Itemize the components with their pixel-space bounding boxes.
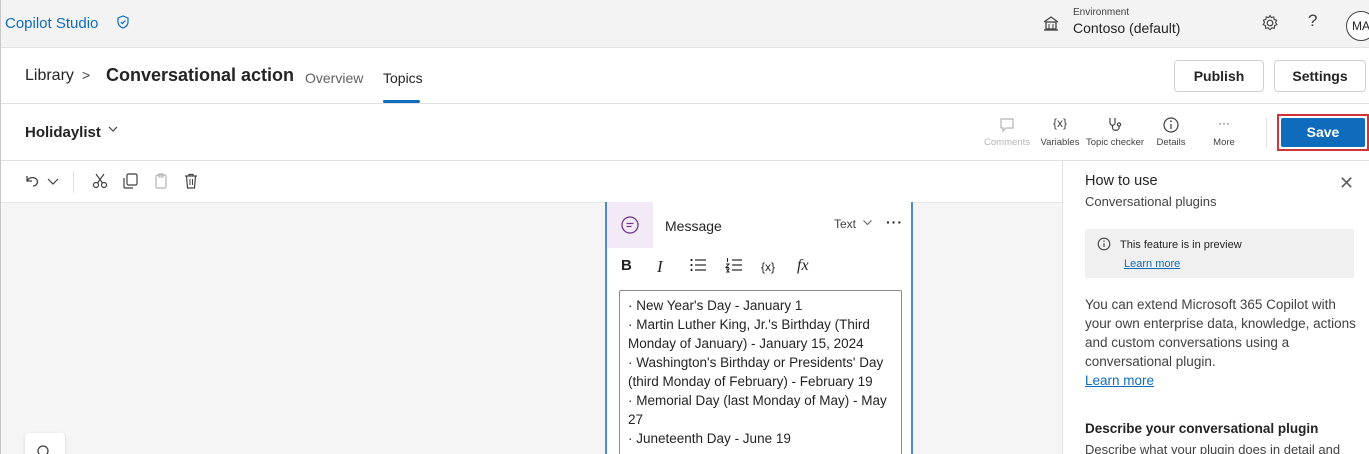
undo-dropdown-icon[interactable]: [44, 172, 62, 190]
panel-subtitle: Conversational plugins: [1085, 194, 1217, 209]
settings-button[interactable]: Settings: [1274, 60, 1366, 92]
message-line: · Martin Luther King, Jr.'s Birthday (Th…: [628, 317, 870, 351]
comments-label: Comments: [984, 137, 1030, 148]
comment-icon: [977, 116, 1037, 134]
message-line: · Juneteenth Day - June 19: [628, 431, 791, 446]
comments-button[interactable]: Comments: [977, 116, 1037, 148]
page-title: Conversational action: [106, 65, 295, 85]
environment-label: Environment: [1073, 7, 1130, 18]
paste-icon[interactable]: [152, 172, 170, 190]
how-to-use-panel: How to use Conversational plugins ✕ This…: [1062, 161, 1369, 454]
breadcrumb-library[interactable]: Library: [25, 67, 74, 85]
formula-button[interactable]: fx: [797, 257, 809, 275]
app-window: Copilot Studio Environment Contoso (defa…: [0, 0, 1369, 454]
breadcrumb-bar: Library > Conversational action Overview…: [1, 48, 1369, 104]
tab-overview[interactable]: Overview: [305, 70, 363, 86]
stethoscope-icon: [1085, 116, 1145, 134]
cut-icon[interactable]: [91, 172, 109, 190]
message-line: · New Year's Day - January 1: [628, 298, 803, 313]
top-app-bar: Copilot Studio Environment Contoso (defa…: [1, 0, 1369, 48]
more-label: More: [1213, 137, 1235, 148]
info-icon: [1141, 116, 1201, 134]
close-icon[interactable]: ✕: [1339, 174, 1354, 192]
environment-icon[interactable]: [1042, 14, 1060, 32]
bold-button[interactable]: B: [621, 257, 632, 274]
preview-notice-text: This feature is in preview: [1120, 239, 1242, 251]
panel-section-title: Describe your conversational plugin: [1085, 421, 1319, 436]
details-button[interactable]: Details: [1141, 116, 1201, 148]
message-node-icon-box: [607, 202, 653, 248]
topic-chevron-down-icon[interactable]: [107, 123, 119, 138]
variables-icon: {x}: [1052, 116, 1067, 130]
italic-button[interactable]: I: [657, 257, 663, 277]
canvas-toolbar: [1, 161, 1062, 203]
variables-button[interactable]: {x} Variables: [1030, 116, 1090, 148]
numbered-list-icon[interactable]: [724, 257, 743, 277]
toolbar-divider: [1266, 118, 1267, 148]
help-icon[interactable]: ?: [1308, 11, 1317, 31]
more-button[interactable]: ··· More: [1194, 116, 1254, 148]
save-highlight-frame: Save: [1277, 114, 1369, 151]
publish-button[interactable]: Publish: [1174, 60, 1264, 92]
delete-icon[interactable]: [182, 172, 200, 190]
panel-title: How to use: [1085, 173, 1158, 189]
active-tab-indicator: [383, 100, 420, 103]
chat-bubble-icon: [621, 216, 639, 234]
breadcrumb-separator-icon: >: [82, 67, 91, 83]
bulleted-list-icon[interactable]: [689, 257, 707, 277]
message-text-editor[interactable]: · New Year's Day - January 1 · Martin Lu…: [619, 290, 902, 454]
panel-section-text: Describe what your plugin does in detail…: [1085, 442, 1341, 454]
zoom-in-icon: [37, 445, 49, 454]
chevron-down-icon[interactable]: [862, 217, 873, 231]
undo-icon[interactable]: [23, 172, 41, 190]
message-type-select[interactable]: Text: [834, 217, 856, 231]
app-name[interactable]: Copilot Studio: [5, 15, 98, 32]
topic-name[interactable]: Holidaylist: [25, 124, 101, 141]
canvas-toolbar-divider: [73, 171, 74, 193]
topic-bar: Holidaylist Comments {x} Variables Topic…: [1, 104, 1369, 161]
details-label: Details: [1156, 137, 1186, 148]
topic-checker-button[interactable]: Topic checker: [1085, 116, 1145, 148]
topic-checker-label: Topic checker: [1085, 137, 1145, 148]
learn-more-link[interactable]: Learn more: [1085, 373, 1154, 388]
message-line: · Memorial Day (last Monday of May) - Ma…: [628, 393, 887, 427]
insert-variable-button[interactable]: {x}: [761, 260, 775, 274]
message-node-header: Message Text ···: [607, 202, 911, 248]
preview-learn-more-link[interactable]: Learn more: [1124, 258, 1180, 270]
message-node[interactable]: Message Text ··· B I {x} fx · New Year's…: [605, 202, 913, 454]
save-button[interactable]: Save: [1281, 118, 1365, 147]
panel-description: You can extend Microsoft 365 Copilot wit…: [1085, 297, 1356, 369]
node-more-icon[interactable]: ···: [886, 214, 903, 230]
message-line: · Washington's Birthday or Presidents' D…: [628, 355, 884, 389]
copy-icon[interactable]: [121, 172, 139, 190]
info-icon: [1097, 237, 1111, 251]
settings-gear-icon[interactable]: [1261, 14, 1279, 32]
verified-badge-icon: [117, 15, 129, 29]
variables-label: Variables: [1040, 137, 1080, 148]
more-icon: ···: [1218, 116, 1230, 130]
zoom-in-button[interactable]: [25, 433, 65, 454]
message-node-title: Message: [665, 218, 722, 234]
preview-notice: This feature is in preview Learn more: [1085, 229, 1354, 278]
user-avatar[interactable]: MA: [1346, 11, 1369, 41]
tab-topics[interactable]: Topics: [383, 70, 423, 86]
environment-value[interactable]: Contoso (default): [1073, 20, 1180, 36]
